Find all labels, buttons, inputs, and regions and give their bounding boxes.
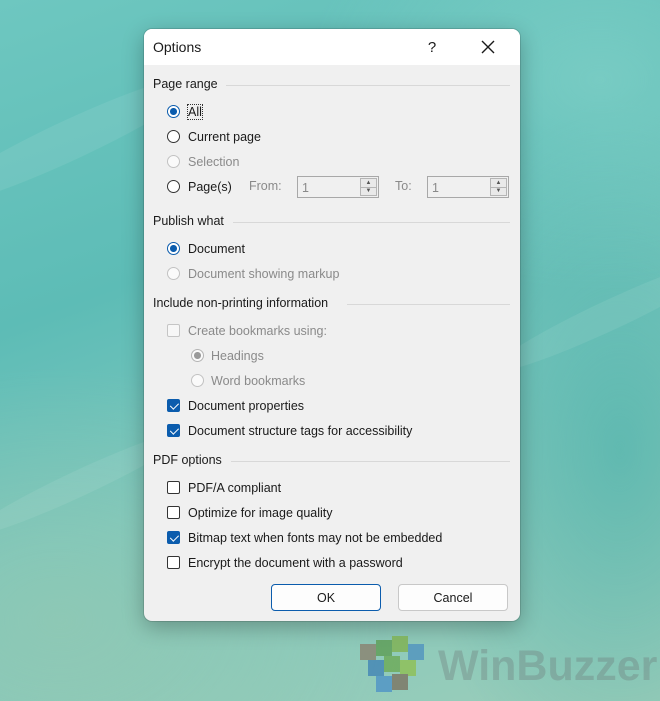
create-bookmarks-checkbox <box>167 324 180 337</box>
divider <box>231 461 510 462</box>
document-label[interactable]: Document <box>188 242 245 256</box>
close-icon <box>481 40 495 54</box>
divider <box>226 85 510 86</box>
help-icon: ? <box>427 38 437 56</box>
all-radio[interactable] <box>167 105 180 118</box>
encrypt-checkbox[interactable] <box>167 556 180 569</box>
selection-radio <box>167 155 180 168</box>
pdfa-checkbox[interactable] <box>167 481 180 494</box>
document-properties-label[interactable]: Document properties <box>188 399 304 413</box>
spin-down-icon[interactable]: ▼ <box>490 187 507 196</box>
headings-radio <box>191 349 204 362</box>
spin-up-icon[interactable]: ▲ <box>490 178 507 188</box>
page-range-heading: Page range <box>153 77 218 91</box>
pages-radio[interactable] <box>167 180 180 193</box>
optimize-image-label[interactable]: Optimize for image quality <box>188 506 333 520</box>
bitmap-text-label[interactable]: Bitmap text when fonts may not be embedd… <box>188 531 442 545</box>
to-value: 1 <box>432 181 439 195</box>
current-page-radio[interactable] <box>167 130 180 143</box>
to-label: To: <box>395 179 412 193</box>
pdf-options-heading: PDF options <box>153 453 222 467</box>
ok-button[interactable]: OK <box>271 584 381 611</box>
divider <box>347 304 510 305</box>
selection-label: Selection <box>188 155 240 169</box>
document-markup-radio <box>167 267 180 280</box>
bitmap-text-checkbox[interactable] <box>167 531 180 544</box>
from-value: 1 <box>302 181 309 195</box>
spin-down-icon[interactable]: ▼ <box>360 187 377 196</box>
create-bookmarks-label: Create bookmarks using: <box>188 324 327 338</box>
structure-tags-label[interactable]: Document structure tags for accessibilit… <box>188 424 412 438</box>
encrypt-label[interactable]: Encrypt the document with a password <box>188 556 403 570</box>
cancel-button[interactable]: Cancel <box>398 584 508 611</box>
watermark-text: WinBuzzer <box>438 642 658 690</box>
publish-what-heading: Publish what <box>153 214 224 228</box>
dialog-title: Options <box>153 39 202 55</box>
optimize-image-checkbox[interactable] <box>167 506 180 519</box>
structure-tags-checkbox[interactable] <box>167 424 180 437</box>
from-spinner[interactable]: 1 ▲ ▼ <box>297 176 379 198</box>
word-bookmarks-label: Word bookmarks <box>211 374 306 388</box>
pages-label[interactable]: Page(s) <box>188 180 232 194</box>
title-bar[interactable]: Options ? <box>144 29 520 65</box>
document-radio[interactable] <box>167 242 180 255</box>
headings-label: Headings <box>211 349 264 363</box>
document-markup-label: Document showing markup <box>188 267 340 281</box>
document-properties-checkbox[interactable] <box>167 399 180 412</box>
all-label[interactable]: All <box>187 104 203 120</box>
winbuzzer-logo-icon <box>360 636 424 692</box>
to-spinner-arrows[interactable]: ▲ ▼ <box>490 178 507 196</box>
to-spinner[interactable]: 1 ▲ ▼ <box>427 176 509 198</box>
divider <box>233 222 510 223</box>
word-bookmarks-radio <box>191 374 204 387</box>
options-dialog: Options ? Page range All Current page Se… <box>144 29 520 621</box>
close-button[interactable] <box>468 32 508 62</box>
from-spinner-arrows[interactable]: ▲ ▼ <box>360 178 377 196</box>
from-label: From: <box>249 179 282 193</box>
spin-up-icon[interactable]: ▲ <box>360 178 377 188</box>
pdfa-label[interactable]: PDF/A compliant <box>188 481 281 495</box>
current-page-label[interactable]: Current page <box>188 130 261 144</box>
help-button[interactable]: ? <box>412 32 452 62</box>
non-printing-heading: Include non-printing information <box>153 296 329 310</box>
